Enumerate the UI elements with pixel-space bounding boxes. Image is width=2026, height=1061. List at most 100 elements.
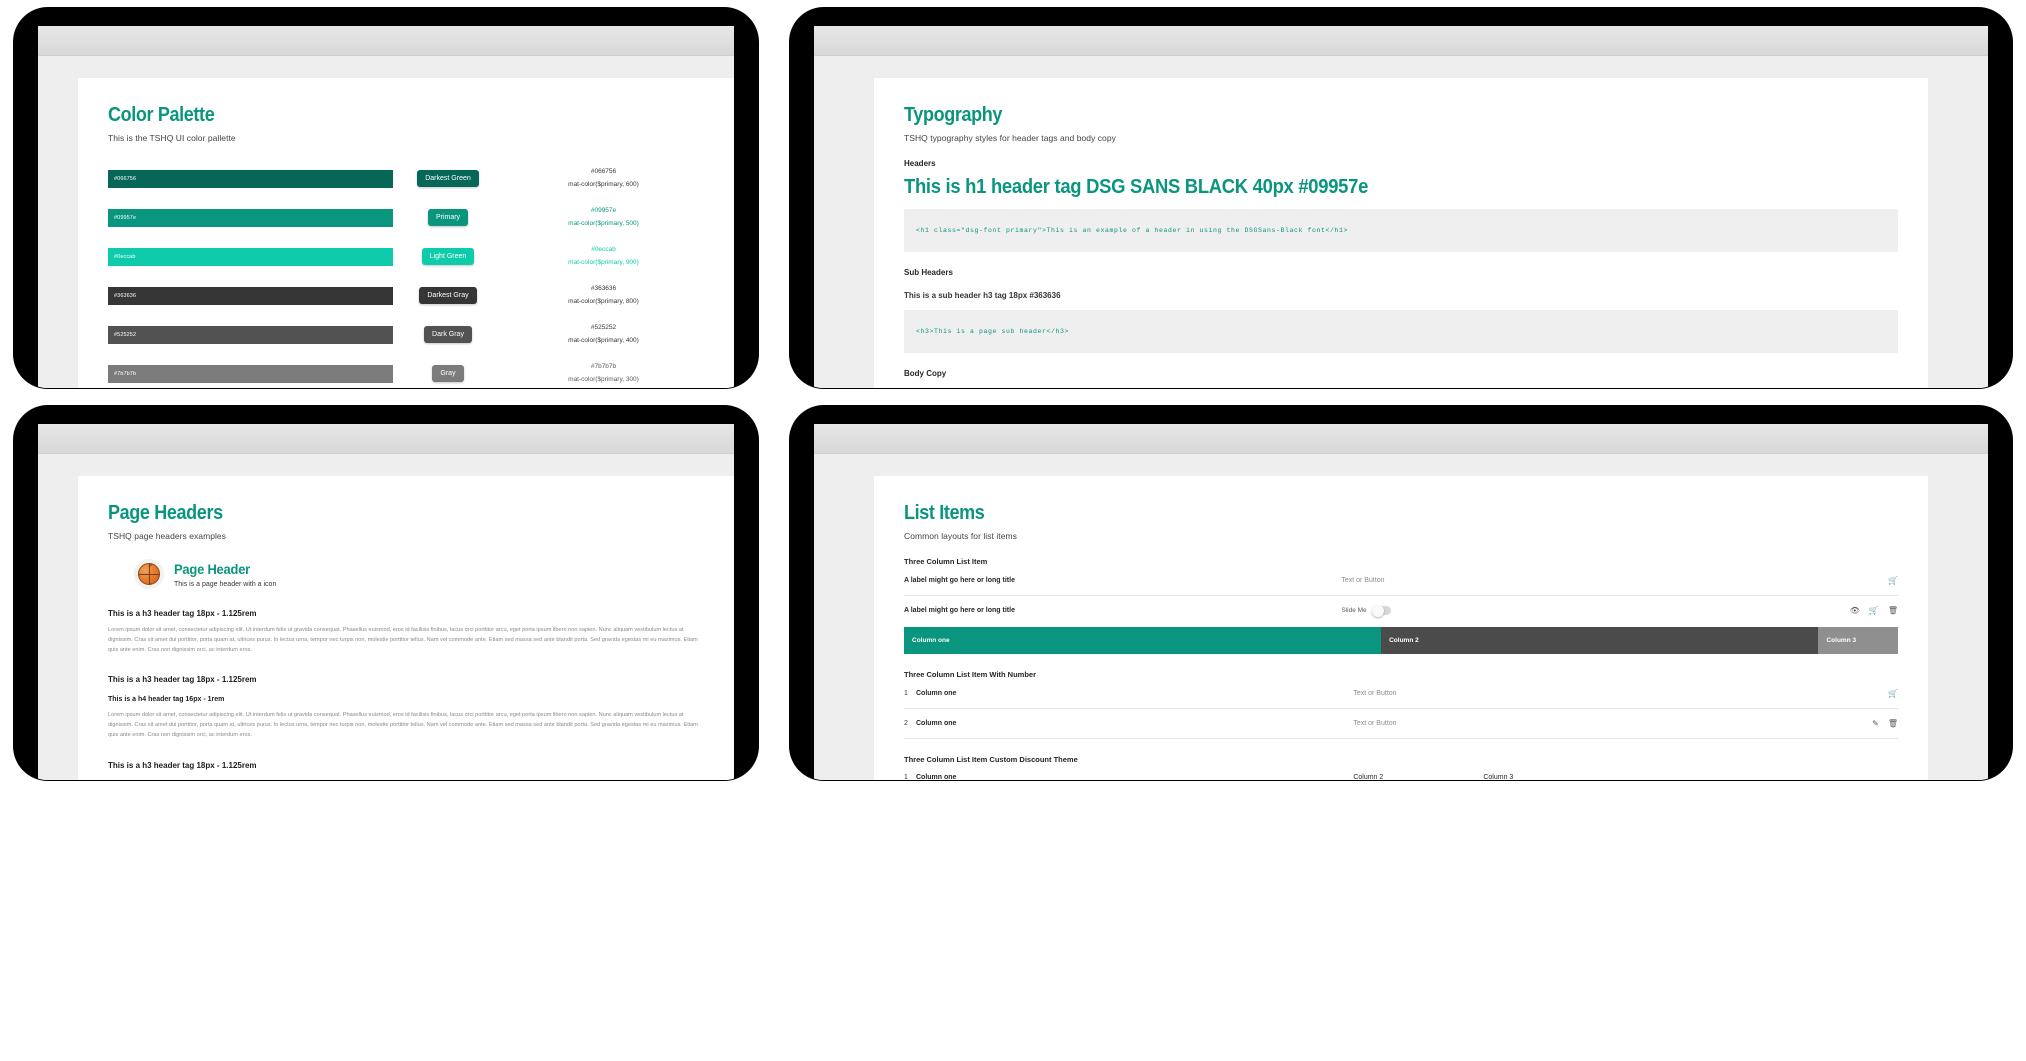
device-frame-list-items: List Items Common layouts for list items… — [790, 406, 2012, 780]
list-item-row[interactable]: A label might go here or long title Text… — [904, 566, 1898, 596]
page-subtitle: This is the TSHQ UI color pallette — [108, 133, 236, 143]
basketball-icon — [134, 559, 164, 589]
eye-icon[interactable]: 👁 — [1850, 606, 1860, 615]
page-title: Typography — [904, 104, 1003, 126]
meta-hex: #066756 — [590, 168, 617, 176]
chip-wrap: Primary — [393, 209, 503, 226]
list-item-label: Column one — [916, 720, 957, 727]
discount-list-item-row[interactable]: 1 Column one Column 2 Column 3 — [904, 764, 1898, 780]
palette-row-list: #066756 Darkest Green #066756 mat-color(… — [108, 159, 704, 388]
page-title: Page Headers — [108, 502, 223, 524]
color-swatch: #09957e — [108, 208, 393, 227]
h1-demo-text: This is h1 header tag DSG SANS BLACK 40p… — [904, 176, 1369, 198]
card-page-headers: Page Headers TSHQ page headers examples … — [78, 476, 734, 780]
window-titlebar — [814, 424, 1988, 454]
viewport-typography: Typography TSHQ typography styles for he… — [814, 56, 1988, 388]
chip-wrap: Gray — [393, 365, 503, 382]
page-subtitle: TSHQ typography styles for header tags a… — [904, 133, 1116, 143]
list-item-actions: 🛒 — [1888, 576, 1898, 585]
color-meta: #525252 mat-color($primary, 400) — [503, 322, 704, 346]
viewport-list-items: List Items Common layouts for list items… — [814, 454, 1988, 780]
meta-hex: #0eccab — [591, 246, 616, 254]
color-chip-button[interactable]: Light Green — [421, 248, 475, 265]
color-swatch: #0eccab — [108, 247, 393, 266]
screen-page-headers: Page Headers TSHQ page headers examples … — [38, 424, 734, 780]
column-two-header: Column 2 — [1381, 627, 1819, 654]
device-frame-color-palette: Color Palette This is the TSHQ UI color … — [14, 8, 758, 388]
meta-mat-color: mat-color($primary, 800) — [568, 297, 639, 305]
meta-mat-color: mat-color($primary, 600) — [568, 180, 639, 188]
slide-me-toggle[interactable] — [1371, 604, 1391, 617]
swatch-hex-label: #363636 — [114, 292, 137, 299]
palette-row: #363636 Darkest Gray #363636 mat-color($… — [108, 276, 704, 315]
viewport-page-headers: Page Headers TSHQ page headers examples … — [38, 454, 734, 780]
color-swatch: #363636 — [108, 286, 393, 305]
list-item-label: A label might go here or long title — [904, 607, 1015, 614]
h3-demo-text: This is a sub header h3 tag 18px #363636 — [904, 291, 1061, 300]
color-meta: #363636 mat-color($primary, 800) — [503, 283, 704, 307]
page-subtitle: TSHQ page headers examples — [108, 531, 227, 541]
color-chip-button[interactable]: Darkest Gray — [419, 287, 477, 304]
window-titlebar — [38, 26, 734, 56]
h4-heading-b: This is a h4 header tag 16px - 1rem — [108, 696, 225, 704]
palette-row: #525252 Dark Gray #525252 mat-color($pri… — [108, 315, 704, 354]
device-frame-page-headers: Page Headers TSHQ page headers examples … — [14, 406, 758, 780]
lorem-paragraph-b: Lorem ipsum dolor sit amet, consectetur … — [108, 712, 698, 738]
device-frame-typography: Typography TSHQ typography styles for he… — [790, 8, 2012, 388]
page-title: Color Palette — [108, 104, 215, 126]
viewport-color-palette: Color Palette This is the TSHQ UI color … — [38, 56, 734, 388]
three-column-section-label: Three Column List Item — [904, 557, 988, 566]
color-chip-button[interactable]: Gray — [432, 365, 464, 382]
trash-icon[interactable]: 🗑 — [1888, 719, 1898, 728]
screenshot-stage: Color Palette This is the TSHQ UI color … — [0, 0, 2026, 1061]
color-chip-button[interactable]: Darkest Green — [417, 170, 479, 187]
list-item-row[interactable]: A label might go here or long title Slid… — [904, 596, 1898, 625]
cart-icon[interactable]: 🛒 — [1888, 576, 1898, 585]
list-item-actions: 🛒 — [1888, 689, 1898, 698]
palette-row: #066756 Darkest Green #066756 mat-color(… — [108, 159, 704, 198]
card-typography: Typography TSHQ typography styles for he… — [874, 78, 1928, 388]
discount-column-two: Column 2 — [1353, 774, 1384, 780]
list-item-number: 1 — [904, 774, 908, 780]
color-chip-button[interactable]: Primary — [427, 209, 469, 226]
meta-mat-color: mat-color($primary, 900) — [568, 258, 639, 266]
body-copy-section-label: Body Copy — [904, 369, 947, 378]
h3-heading-b: This is a h3 header tag 18px - 1.125rem — [108, 675, 257, 685]
list-item-actions: ✎ 🗑 — [1872, 719, 1898, 728]
discount-theme-section-label: Three Column List Item Custom Discount T… — [904, 755, 1078, 764]
cart-icon[interactable]: 🛒 — [1888, 689, 1898, 698]
palette-row: #7b7b7b Gray #7b7b7b mat-color($primary,… — [108, 354, 704, 388]
color-swatch: #066756 — [108, 169, 393, 188]
swatch-hex-label: #066756 — [114, 175, 137, 182]
numbered-list-item-row[interactable]: 1 Column one Text or Button 🛒 — [904, 679, 1898, 709]
palette-row: #09957e Primary #09957e mat-color($prima… — [108, 198, 704, 237]
color-meta: #09957e mat-color($primary, 500) — [503, 205, 704, 229]
cart-icon[interactable]: 🛒 — [1869, 606, 1879, 615]
meta-mat-color: mat-color($primary, 500) — [568, 219, 639, 227]
window-titlebar — [814, 26, 1988, 56]
trash-icon[interactable]: 🗑 — [1888, 606, 1898, 615]
h3-code-sample: <h3>This is a page sub header</h3> — [904, 310, 1898, 353]
card-list-items: List Items Common layouts for list items… — [874, 476, 1928, 780]
list-item-actions: 👁 🛒 🗑 — [1850, 606, 1898, 615]
numbered-list-item-row[interactable]: 2 Column one Text or Button ✎ 🗑 — [904, 709, 1898, 739]
pencil-icon[interactable]: ✎ — [1872, 719, 1879, 728]
card-color-palette: Color Palette This is the TSHQ UI color … — [78, 78, 734, 388]
column-header-bar: Column one Column 2 Column 3 — [904, 627, 1898, 654]
h3-heading-a: This is a h3 header tag 18px - 1.125rem — [108, 609, 257, 618]
page-header-subtitle: This is a page header with a icon — [174, 580, 277, 588]
color-meta: #0eccab mat-color($primary, 900) — [503, 244, 704, 268]
list-item-value: Text or Button — [1353, 690, 1397, 697]
chip-wrap: Dark Gray — [393, 326, 503, 343]
window-titlebar — [38, 424, 734, 454]
page-title: List Items — [904, 502, 985, 524]
swatch-hex-label: #09957e — [114, 214, 137, 221]
swatch-hex-label: #525252 — [114, 331, 137, 338]
lorem-paragraph-a: Lorem ipsum dolor sit amet, consectetur … — [108, 627, 698, 653]
color-chip-button[interactable]: Dark Gray — [424, 326, 472, 343]
h1-code-sample: <h1 class="dsg-font primary">This is an … — [904, 209, 1898, 252]
with-number-section-label: Three Column List Item With Number — [904, 670, 1037, 679]
list-item-label: A label might go here or long title — [904, 577, 1015, 584]
color-swatch: #525252 — [108, 325, 393, 344]
meta-hex: #525252 — [590, 324, 617, 332]
